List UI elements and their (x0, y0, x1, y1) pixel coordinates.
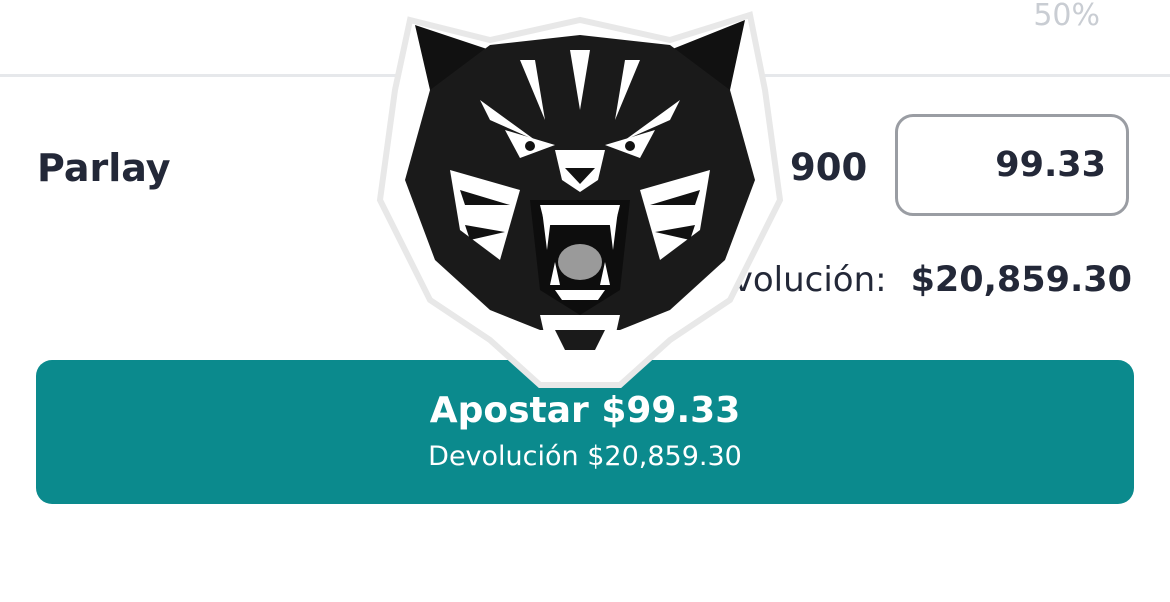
tiger-head-icon (376, 11, 784, 388)
return-value: $20,859.30 (910, 260, 1132, 300)
bet-type-label: Parlay (37, 146, 171, 190)
percent-label: 50% (1033, 0, 1100, 33)
odds-value: 900 (790, 146, 868, 189)
stake-input[interactable]: 99.33 (895, 114, 1129, 216)
place-bet-title: Apostar $99.33 (429, 390, 741, 431)
place-bet-subtitle: Devolución $20,859.30 (428, 441, 742, 472)
